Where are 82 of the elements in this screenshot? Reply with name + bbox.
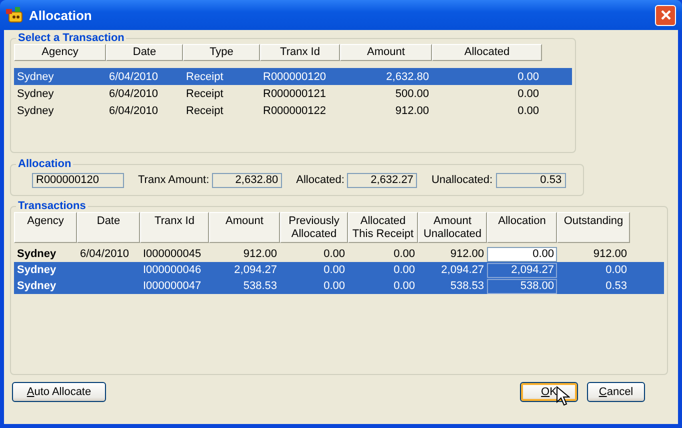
tranx-id-field: R000000120	[32, 172, 124, 188]
column-header[interactable]: Allocated This Receipt	[348, 212, 418, 243]
table-cell-text: 0.53	[604, 280, 628, 292]
amount-field: 2,632.80	[212, 172, 282, 188]
table-cell-text: 2,094.27	[233, 264, 278, 276]
list-row[interactable]: Sydney 6/04/2010 I000000045 912.00 0.00 0.00 912.00 0.00 912.00	[14, 246, 664, 262]
list-row[interactable]: Sydney 6/04/2010 Receipt R000000121 500.00 0.00	[14, 85, 572, 102]
table-cell-text: 6/04/2010	[108, 88, 159, 100]
table-cell-text: 538.53	[449, 280, 485, 292]
table-cell-text: Receipt	[185, 88, 224, 100]
close-button[interactable]	[655, 4, 676, 26]
column-header[interactable]: Amount Unallocated	[418, 212, 487, 243]
mouse-pointer-icon	[556, 386, 570, 406]
selected-row[interactable]: Sydney 6/04/2010 Receipt R000000120 2,632.80 0.00	[14, 68, 572, 85]
allocation-field[interactable]: 0.00	[487, 246, 557, 262]
allocation-field[interactable]: 2,094.27	[487, 262, 557, 278]
table-cell-text: 912.00	[449, 248, 485, 260]
close-icon	[660, 10, 670, 20]
column-header[interactable]: Tranx Id	[260, 44, 340, 61]
table-cell-text: I000000047	[142, 280, 202, 292]
table-cell-text: 912.00	[592, 248, 628, 260]
table-cell-text: I000000046	[142, 264, 202, 276]
column-header[interactable]: Tranx Id	[140, 212, 209, 243]
column-header[interactable]: Agency	[14, 44, 106, 61]
table-cell-text: 0.00	[516, 104, 540, 116]
column-header[interactable]: Allocation	[487, 212, 557, 243]
table-cell-text: 0.00	[322, 248, 346, 260]
table-cell-text: 0.00	[516, 70, 540, 82]
table-cell-text: 912.00	[242, 248, 278, 260]
group-title: Transactions	[17, 200, 87, 212]
column-header[interactable]: Previously Allocated	[280, 212, 348, 243]
field-label: Tranx Amount:	[138, 174, 210, 186]
allocation-field[interactable]: 538.00	[487, 278, 557, 294]
table-cell-text: 500.00	[394, 88, 430, 100]
button[interactable]: Auto Allocate	[12, 382, 106, 402]
column-header[interactable]: Agency	[14, 212, 77, 243]
table-cell-text: 6/04/2010	[79, 248, 130, 260]
table-cell-text: 2,094.27	[440, 264, 485, 276]
table-cell-text: 538.53	[242, 280, 278, 292]
field-label: Allocated:	[296, 174, 344, 186]
column-header[interactable]: Date	[106, 44, 183, 61]
table-cell-text: 6/04/2010	[108, 104, 159, 116]
table-cell-text: Sydney	[16, 280, 58, 292]
amount-field: 0.53	[496, 172, 566, 188]
table-cell-text: 912.00	[394, 104, 430, 116]
amount-field: 2,632.27	[347, 172, 418, 188]
column-header[interactable]: Outstanding	[557, 212, 630, 243]
app-icon	[6, 7, 24, 23]
window-title: Allocation	[29, 8, 93, 22]
table-cell-text: Sydney	[16, 70, 55, 82]
column-header[interactable]: Amount	[340, 44, 432, 61]
table-cell-text: 6/04/2010	[108, 70, 159, 82]
column-header[interactable]: Date	[77, 212, 140, 243]
table-cell-text: 2,632.80	[385, 70, 430, 82]
table-cell-text: Sydney	[16, 104, 55, 116]
table-cell-text: R000000121	[262, 88, 328, 100]
table-cell-text: Receipt	[185, 70, 224, 82]
table-cell-text: Sydney	[16, 88, 55, 100]
table-cell-text: I000000045	[142, 248, 202, 260]
table-cell-text: Sydney	[16, 264, 58, 276]
selected-row[interactable]: Sydney I000000047 538.53 0.00 0.00 538.53 538.00 0.53	[14, 278, 664, 294]
table-cell-text: 0.00	[322, 264, 346, 276]
field-label: Unallocated:	[431, 174, 493, 186]
table-cell-text: 0.00	[392, 264, 416, 276]
button[interactable]: Cancel	[587, 382, 645, 402]
list-row[interactable]: Sydney 6/04/2010 Receipt R000000122 912.00 0.00	[14, 102, 572, 119]
table-cell-text: Receipt	[185, 104, 224, 116]
table-cell-text: R000000120	[262, 70, 328, 82]
table-cell-text: Sydney	[16, 248, 58, 260]
column-header[interactable]: Type	[183, 44, 260, 61]
table-cell-text: 0.00	[516, 88, 540, 100]
column-header[interactable]: Amount	[209, 212, 280, 243]
group-title: Select a Transaction	[17, 32, 126, 44]
button[interactable]: OK	[520, 382, 578, 402]
group-title: Allocation	[17, 158, 72, 170]
column-header[interactable]: Allocated	[432, 44, 542, 61]
table-cell-text: 0.00	[322, 280, 346, 292]
selected-row[interactable]: Sydney I000000046 2,094.27 0.00 0.00 2,094.27 2,094.27 0.00	[14, 262, 664, 278]
table-cell-text: 0.00	[392, 248, 416, 260]
table-cell-text: R000000122	[262, 104, 328, 116]
table-cell-text: 0.00	[392, 280, 416, 292]
table-cell-text: 0.00	[604, 264, 628, 276]
